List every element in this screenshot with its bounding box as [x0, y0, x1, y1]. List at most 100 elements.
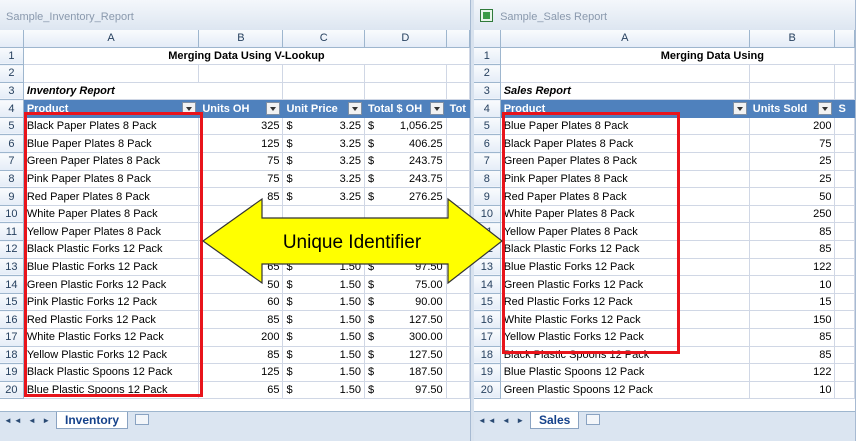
cell[interactable]: [446, 346, 470, 365]
report-subtitle[interactable]: Sales Report: [500, 82, 750, 101]
column-header-d[interactable]: D: [364, 30, 447, 48]
product-cell[interactable]: Black Plastic Forks 12 Pack: [23, 240, 200, 259]
header-product[interactable]: Product: [23, 99, 200, 118]
row-header[interactable]: 11: [474, 222, 501, 242]
header-unit-price[interactable]: Unit Price: [282, 99, 365, 118]
column-header-c[interactable]: C: [282, 30, 365, 48]
cell[interactable]: [749, 64, 836, 83]
product-cell[interactable]: Yellow Plastic Forks 12 Pack: [23, 346, 200, 365]
row-header[interactable]: 17: [0, 328, 24, 347]
units-sold-cell[interactable]: 85: [749, 240, 836, 259]
total-oh-cell[interactable]: $243.75: [364, 152, 447, 171]
cell[interactable]: [198, 64, 284, 83]
cell[interactable]: [834, 381, 855, 400]
total-oh-cell[interactable]: $1,056.25: [364, 117, 447, 136]
product-cell[interactable]: Pink Paper Plates 8 Pack: [23, 170, 200, 189]
total-oh-cell[interactable]: $187.50: [364, 240, 447, 259]
product-cell[interactable]: Blue Plastic Spoons 12 Pack: [500, 363, 750, 382]
row-header[interactable]: 14: [0, 275, 24, 294]
column-header-b[interactable]: B: [749, 30, 836, 48]
units-oh-cell[interactable]: 75: [198, 170, 284, 189]
row-header[interactable]: 1: [0, 47, 24, 66]
row-header[interactable]: 5: [0, 117, 24, 136]
product-cell[interactable]: Green Plastic Forks 12 Pack: [23, 275, 200, 294]
filter-dropdown-icon[interactable]: [818, 102, 833, 116]
units-oh-cell[interactable]: 125: [198, 240, 284, 259]
product-cell[interactable]: Pink Plastic Forks 12 Pack: [23, 293, 200, 312]
row-header[interactable]: 10: [0, 205, 24, 224]
cell[interactable]: [834, 170, 855, 189]
total-oh-cell[interactable]: $406.25: [364, 134, 447, 154]
row-header[interactable]: 13: [474, 258, 501, 277]
product-cell[interactable]: Red Plastic Forks 12 Pack: [500, 293, 750, 312]
cell[interactable]: [834, 134, 855, 154]
product-cell[interactable]: Red Paper Plates 8 Pack: [23, 187, 200, 206]
filter-dropdown-icon[interactable]: [182, 102, 197, 116]
row-header[interactable]: 18: [474, 346, 501, 365]
column-header-b[interactable]: B: [198, 30, 284, 48]
row-header[interactable]: 16: [0, 310, 24, 329]
row-header[interactable]: 20: [0, 381, 24, 400]
units-sold-cell[interactable]: 15: [749, 293, 836, 312]
units-sold-cell[interactable]: 122: [749, 258, 836, 277]
cell[interactable]: [446, 363, 470, 382]
row-header[interactable]: 2: [0, 64, 24, 83]
insert-sheet-icon[interactable]: [586, 414, 600, 425]
cell[interactable]: [834, 64, 855, 83]
total-oh-cell[interactable]: $127.50: [364, 310, 447, 329]
header-total-oh[interactable]: Total $ OH: [364, 99, 447, 118]
cell[interactable]: [446, 275, 470, 294]
cell[interactable]: [446, 82, 470, 101]
row-header[interactable]: 14: [474, 275, 501, 294]
filter-dropdown-icon[interactable]: [429, 102, 444, 116]
total-oh-cell[interactable]: $90.00: [364, 293, 447, 312]
cell[interactable]: [834, 117, 855, 136]
unit-price-cell[interactable]: $1.50: [282, 258, 365, 277]
units-oh-cell[interactable]: 60: [198, 293, 284, 312]
row-header[interactable]: 10: [474, 205, 501, 224]
column-header-a[interactable]: A: [500, 30, 750, 48]
cell[interactable]: [282, 82, 365, 101]
units-oh-cell[interactable]: 200: [198, 328, 284, 347]
units-sold-cell[interactable]: 85: [749, 328, 836, 347]
row-header[interactable]: 6: [0, 134, 24, 154]
units-oh-cell[interactable]: 85: [198, 310, 284, 329]
product-cell[interactable]: Yellow Plastic Forks 12 Pack: [500, 328, 750, 347]
product-cell[interactable]: Blue Plastic Forks 12 Pack: [500, 258, 750, 277]
sheet-tab-inventory[interactable]: Inventory: [56, 412, 129, 429]
cell[interactable]: [446, 187, 470, 206]
units-sold-cell[interactable]: 150: [749, 310, 836, 329]
product-cell[interactable]: Red Paper Plates 8 Pack: [500, 187, 750, 206]
units-oh-cell[interactable]: 65: [198, 381, 284, 400]
cell[interactable]: [282, 64, 365, 83]
cell[interactable]: [834, 346, 855, 365]
cell[interactable]: [834, 82, 855, 101]
product-cell[interactable]: Green Plastic Spoons 12 Pack: [500, 381, 750, 400]
units-oh-cell[interactable]: 125: [198, 134, 284, 154]
product-cell[interactable]: Green Paper Plates 8 Pack: [500, 152, 750, 171]
product-cell[interactable]: Red Plastic Forks 12 Pack: [23, 310, 200, 329]
unit-price-cell[interactable]: $1.50: [282, 310, 365, 329]
product-cell[interactable]: Green Plastic Forks 12 Pack: [500, 275, 750, 294]
cell[interactable]: [364, 82, 447, 101]
row-header[interactable]: 6: [474, 134, 501, 154]
sheet-title[interactable]: Merging Data Using: [500, 47, 855, 66]
row-header[interactable]: 5: [474, 117, 501, 136]
units-sold-cell[interactable]: 85: [749, 222, 836, 242]
product-cell[interactable]: White Paper Plates 8 Pack: [23, 205, 200, 224]
product-cell[interactable]: Black Paper Plates 8 Pack: [500, 134, 750, 154]
cell[interactable]: [446, 258, 470, 277]
cell[interactable]: [446, 152, 470, 171]
unit-price-cell[interactable]: $3.25: [282, 117, 365, 136]
units-sold-cell[interactable]: 10: [749, 381, 836, 400]
product-cell[interactable]: Yellow Paper Plates 8 Pack: [500, 222, 750, 242]
unit-price-cell[interactable]: $1.50: [282, 275, 365, 294]
product-cell[interactable]: Pink Paper Plates 8 Pack: [500, 170, 750, 189]
product-cell[interactable]: Blue Plastic Spoons 12 Pack: [23, 381, 200, 400]
total-oh-cell[interactable]: $300.00: [364, 328, 447, 347]
total-oh-cell[interactable]: $187.50: [364, 363, 447, 382]
header-tot[interactable]: Tot: [446, 99, 470, 118]
units-sold-cell[interactable]: 85: [749, 346, 836, 365]
row-header[interactable]: 4: [474, 99, 501, 118]
row-header[interactable]: 9: [0, 187, 24, 206]
